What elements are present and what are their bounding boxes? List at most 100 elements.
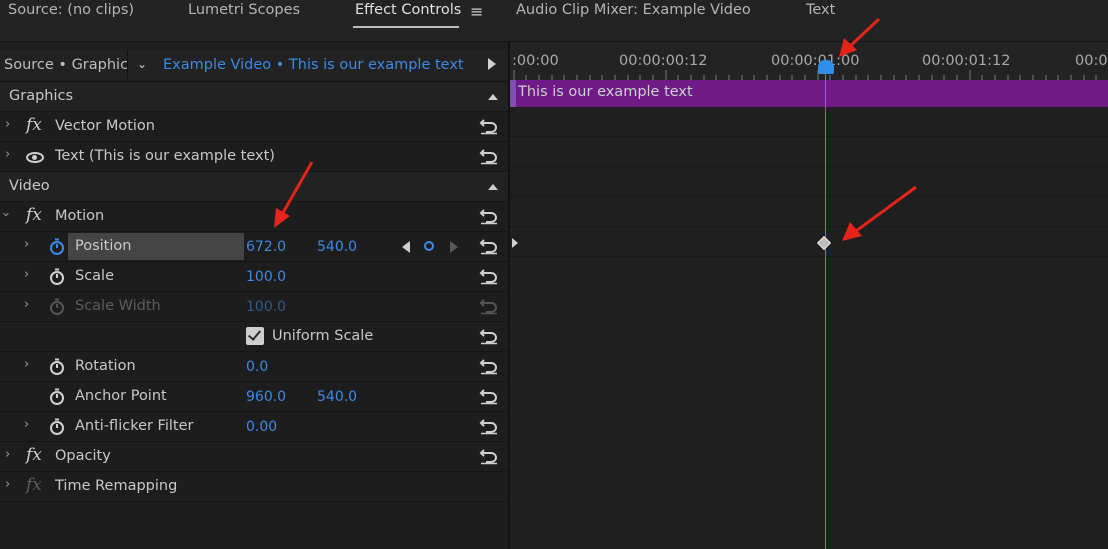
reset-icon[interactable] bbox=[479, 417, 499, 435]
effect-name: Motion bbox=[55, 208, 105, 224]
annotation-arrow-icon bbox=[842, 185, 917, 241]
tab-effect-controls[interactable]: Effect Controls bbox=[355, 2, 461, 18]
chevron-right-icon[interactable]: › bbox=[5, 117, 10, 132]
fx-icon[interactable]: fx bbox=[26, 115, 42, 135]
tab-lumetri-scopes[interactable]: Lumetri Scopes bbox=[188, 2, 300, 18]
property-label: Position bbox=[75, 238, 132, 254]
clip-bar[interactable]: This is our example text bbox=[510, 80, 1108, 107]
reset-icon[interactable] bbox=[479, 237, 499, 255]
uniform-scale-checkbox[interactable] bbox=[246, 327, 264, 345]
timeline-row-line bbox=[510, 256, 1108, 257]
fx-icon[interactable]: fx bbox=[26, 445, 42, 465]
property-label: Scale Width bbox=[75, 298, 161, 314]
anti-flicker-value[interactable]: 0.00 bbox=[246, 419, 277, 435]
annotation-arrow-icon bbox=[839, 17, 881, 57]
effect-row-vector-motion[interactable]: › fx Vector Motion bbox=[0, 112, 508, 142]
previous-keyframe-icon[interactable] bbox=[402, 241, 410, 253]
property-row-anchor-point[interactable]: Anchor Point 960.0 540.0 bbox=[0, 382, 508, 412]
chevron-right-icon[interactable]: › bbox=[24, 297, 29, 312]
effect-row-time-remapping[interactable]: › fx Time Remapping bbox=[0, 472, 508, 502]
scale-width-value: 100.0 bbox=[246, 299, 287, 315]
timecode-label: :00:00 bbox=[512, 53, 559, 69]
fx-icon[interactable]: fx bbox=[26, 205, 42, 225]
tab-source[interactable]: Source: (no clips) bbox=[8, 2, 134, 18]
panel-menu-icon[interactable]: ≡ bbox=[470, 2, 484, 21]
reset-icon[interactable] bbox=[479, 117, 499, 135]
clip-link[interactable]: Example Video • This is our example text bbox=[163, 57, 464, 73]
effect-controls-panel: Source • Graphic ⌄ Example Video • This … bbox=[0, 50, 508, 549]
property-row-scale-width: › Scale Width 100.0 bbox=[0, 292, 508, 322]
stopwatch-icon-disabled bbox=[50, 298, 64, 315]
tab-audio-clip-mixer[interactable]: Audio Clip Mixer: Example Video bbox=[516, 2, 751, 18]
collapse-up-icon[interactable] bbox=[488, 94, 498, 100]
effect-row-text-layer[interactable]: › Text (This is our example text) bbox=[0, 142, 508, 172]
ruler-ticks bbox=[513, 70, 1097, 80]
chevron-right-icon[interactable]: › bbox=[24, 417, 29, 432]
reset-icon[interactable] bbox=[479, 207, 499, 225]
reset-icon[interactable] bbox=[479, 447, 499, 465]
chevron-right-icon[interactable]: › bbox=[24, 357, 29, 372]
next-keyframe-icon[interactable] bbox=[450, 241, 458, 253]
stopwatch-icon-active[interactable] bbox=[49, 238, 65, 256]
clip-bar-label: This is our example text bbox=[518, 84, 693, 100]
tab-text[interactable]: Text bbox=[806, 2, 835, 18]
effect-row-opacity[interactable]: › fx Opacity bbox=[0, 442, 508, 472]
anchor-y-value[interactable]: 540.0 bbox=[317, 389, 357, 405]
chevron-right-icon[interactable]: › bbox=[5, 447, 10, 462]
effect-name: Text (This is our example text) bbox=[55, 148, 275, 164]
header-divider bbox=[127, 50, 128, 82]
keyframe-nav-arrow-icon[interactable] bbox=[512, 238, 518, 248]
panel-tab-bar: Source: (no clips) Lumetri Scopes Effect… bbox=[0, 0, 1108, 42]
reset-icon[interactable] bbox=[479, 327, 499, 345]
reset-icon-disabled bbox=[479, 299, 497, 315]
chevron-right-icon[interactable]: › bbox=[5, 477, 10, 492]
stopwatch-icon[interactable] bbox=[49, 268, 65, 286]
property-row-scale[interactable]: › Scale 100.0 bbox=[0, 262, 508, 292]
source-graphic-label[interactable]: Source • Graphic bbox=[4, 57, 128, 73]
show-timeline-toggle-icon[interactable] bbox=[488, 58, 496, 70]
annotation-arrow-icon bbox=[274, 161, 314, 228]
stopwatch-icon[interactable] bbox=[49, 358, 65, 376]
chevron-right-icon[interactable]: › bbox=[5, 147, 10, 162]
playhead-handle[interactable] bbox=[818, 60, 834, 74]
timeline-row-line bbox=[510, 136, 1108, 137]
rotation-value[interactable]: 0.0 bbox=[246, 359, 268, 375]
position-y-value[interactable]: 540.0 bbox=[317, 239, 357, 255]
add-keyframe-icon[interactable] bbox=[424, 241, 434, 251]
reset-icon[interactable] bbox=[479, 267, 499, 285]
position-x-value[interactable]: 672.0 bbox=[246, 239, 286, 255]
property-row-uniform-scale[interactable]: Uniform Scale bbox=[0, 322, 508, 352]
active-tab-indicator bbox=[353, 26, 459, 28]
effect-row-motion[interactable]: › fx Motion bbox=[0, 202, 508, 232]
effect-timeline[interactable]: :00:00 00:00:00:12 00:00:01:00 00:00:01:… bbox=[510, 42, 1108, 549]
chevron-right-icon[interactable]: › bbox=[24, 267, 29, 282]
chevron-right-icon[interactable]: › bbox=[24, 237, 29, 252]
playhead-line[interactable] bbox=[825, 68, 826, 549]
property-label: Anti-flicker Filter bbox=[75, 418, 194, 434]
eye-icon[interactable] bbox=[26, 152, 44, 163]
effect-name: Vector Motion bbox=[55, 118, 155, 134]
section-graphics[interactable]: Graphics bbox=[0, 82, 508, 112]
position-keyframe[interactable] bbox=[816, 235, 832, 251]
chevron-down-icon[interactable]: ⌄ bbox=[137, 57, 147, 71]
clip-bar-edge bbox=[510, 80, 516, 107]
uniform-scale-label[interactable]: Uniform Scale bbox=[272, 328, 373, 344]
stopwatch-icon[interactable] bbox=[49, 388, 65, 406]
timecode-label: 00:00:01:12 bbox=[922, 53, 1011, 69]
reset-icon[interactable] bbox=[479, 147, 499, 165]
property-row-rotation[interactable]: › Rotation 0.0 bbox=[0, 352, 508, 382]
time-ruler[interactable]: :00:00 00:00:00:12 00:00:01:00 00:00:01:… bbox=[510, 42, 1108, 80]
section-video[interactable]: Video bbox=[0, 172, 508, 202]
timecode-label: 00:00:00:12 bbox=[619, 53, 708, 69]
property-row-anti-flicker[interactable]: › Anti-flicker Filter 0.00 bbox=[0, 412, 508, 442]
collapse-up-icon[interactable] bbox=[488, 184, 498, 190]
reset-icon[interactable] bbox=[479, 387, 499, 405]
property-row-position[interactable]: › Position 672.0 540.0 bbox=[0, 232, 508, 262]
section-video-label: Video bbox=[9, 178, 50, 194]
timeline-row-line bbox=[510, 196, 1108, 197]
reset-icon[interactable] bbox=[479, 357, 499, 375]
scale-value[interactable]: 100.0 bbox=[246, 269, 286, 285]
stopwatch-icon[interactable] bbox=[49, 418, 65, 436]
chevron-down-icon[interactable]: › bbox=[0, 212, 13, 217]
anchor-x-value[interactable]: 960.0 bbox=[246, 389, 286, 405]
